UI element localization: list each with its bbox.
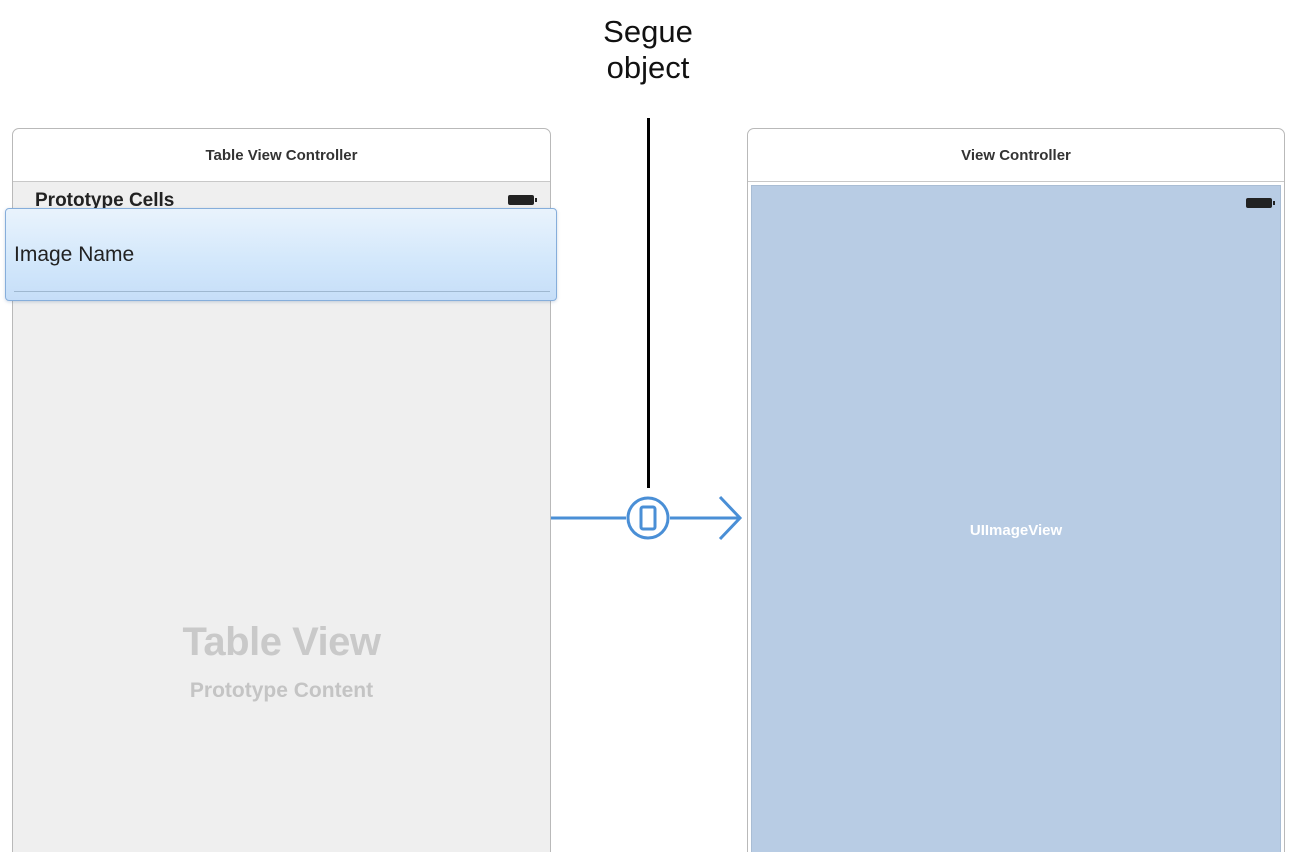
- segue-callout-label: Segue object: [560, 14, 736, 86]
- storyboard-canvas: Segue object Table View Controller Proto…: [0, 0, 1290, 852]
- table-view-placeholder-title: Table View: [182, 620, 381, 664]
- table-view-placeholder-subtitle: Prototype Content: [189, 679, 374, 702]
- segue-connection[interactable]: [540, 480, 760, 560]
- segue-modal-icon[interactable]: [626, 496, 670, 540]
- scene-dock-title[interactable]: View Controller: [748, 129, 1284, 182]
- scene-dock-title[interactable]: Table View Controller: [13, 129, 550, 182]
- callout-line2: object: [606, 50, 690, 85]
- callout-line1: Segue: [603, 14, 693, 49]
- callout-pointer-line: [647, 118, 650, 488]
- view-controller-scene[interactable]: View Controller UIImageView: [747, 128, 1285, 852]
- ui-image-view[interactable]: UIImageView: [751, 185, 1281, 852]
- battery-icon: [1246, 198, 1275, 208]
- battery-icon: [508, 195, 537, 205]
- prototype-cell[interactable]: Image Name: [5, 208, 557, 301]
- cell-separator: [14, 291, 550, 292]
- image-view-label: UIImageView: [969, 522, 1063, 539]
- cell-title-label: Image Name: [14, 243, 135, 266]
